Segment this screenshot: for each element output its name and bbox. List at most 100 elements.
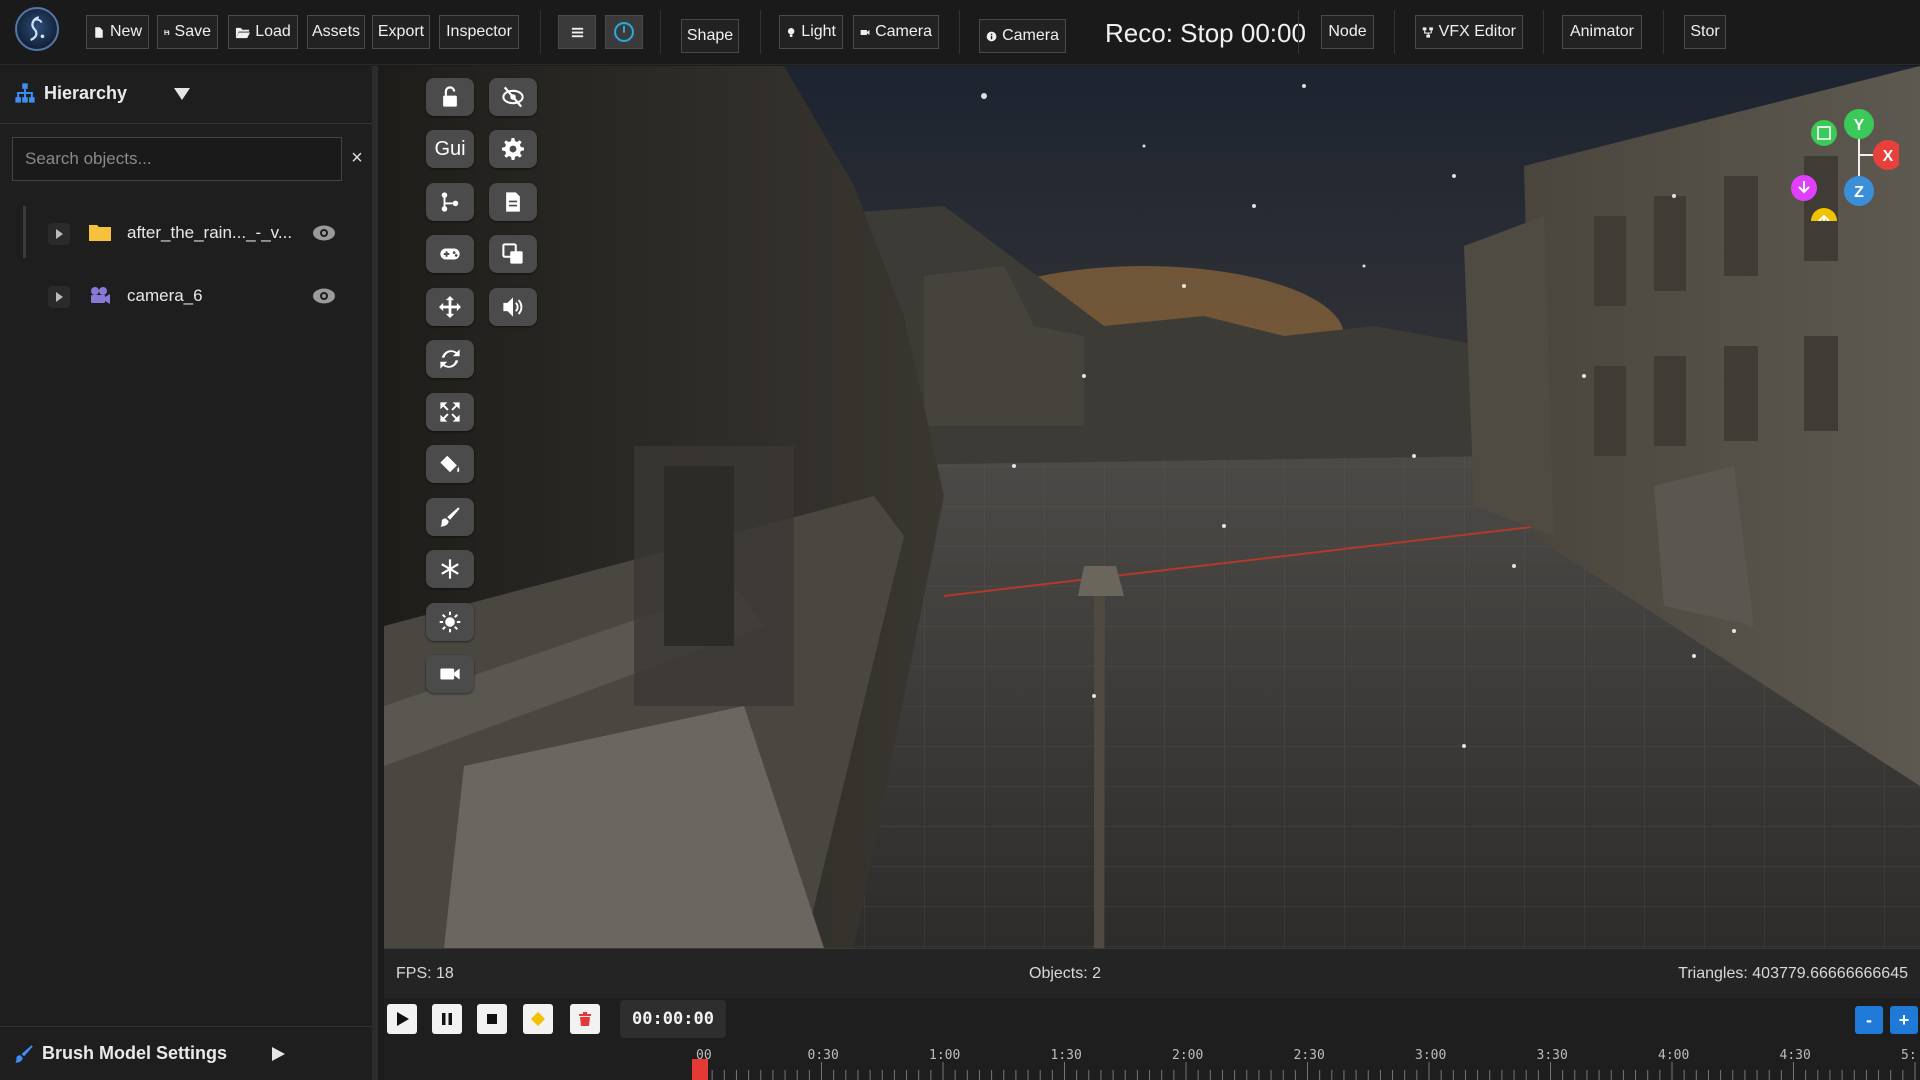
new-label: New bbox=[109, 23, 142, 40]
new-button[interactable]: New bbox=[86, 15, 149, 49]
zoom-out-button[interactable]: - bbox=[1855, 1006, 1883, 1034]
export-button[interactable]: Export bbox=[372, 15, 430, 49]
timecode-display: 00:00:00 bbox=[620, 1000, 726, 1038]
snow-tool[interactable] bbox=[426, 550, 474, 588]
light-button[interactable]: Light bbox=[779, 15, 843, 49]
play-button[interactable] bbox=[387, 1004, 417, 1034]
toolbar-divider bbox=[1394, 10, 1395, 54]
scale-tool[interactable] bbox=[426, 393, 474, 431]
floppy-icon bbox=[164, 29, 170, 35]
folder-icon bbox=[89, 225, 111, 241]
story-label: Stor bbox=[1690, 23, 1720, 40]
inspector-label: Inspector bbox=[446, 23, 512, 40]
collapse-toggle[interactable] bbox=[172, 86, 192, 102]
hierarchy-title: Hierarchy bbox=[14, 82, 127, 104]
story-button[interactable]: Stor bbox=[1684, 15, 1726, 49]
axis-y-label: Y bbox=[1854, 117, 1865, 134]
paint-bucket-tool[interactable] bbox=[426, 445, 474, 483]
inspector-button[interactable]: Inspector bbox=[439, 15, 519, 49]
timeline-tick-label: 1:30 bbox=[1050, 1048, 1082, 1063]
caret-right-icon bbox=[56, 229, 63, 239]
trash-icon bbox=[579, 1012, 591, 1026]
visibility-tool[interactable] bbox=[489, 78, 537, 116]
gamepad-tool[interactable] bbox=[426, 235, 474, 273]
settings-tool[interactable] bbox=[489, 130, 537, 168]
branch-tool[interactable] bbox=[426, 183, 474, 221]
delete-keyframe-button[interactable] bbox=[570, 1004, 600, 1034]
video-camera-icon bbox=[440, 668, 460, 680]
play-icon bbox=[397, 1012, 409, 1026]
node-button[interactable]: Node bbox=[1321, 15, 1374, 49]
unlock-tool[interactable] bbox=[426, 78, 474, 116]
camera-tool[interactable] bbox=[426, 655, 474, 693]
save-button[interactable]: Save bbox=[157, 15, 218, 49]
menu-button[interactable] bbox=[558, 15, 596, 49]
camera-info-button[interactable]: Camera bbox=[979, 19, 1066, 53]
audio-tool[interactable] bbox=[489, 288, 537, 326]
clock-icon bbox=[614, 22, 634, 42]
toolbar-divider bbox=[1543, 10, 1544, 54]
timer-button[interactable] bbox=[605, 15, 643, 49]
copy-tool[interactable] bbox=[489, 235, 537, 273]
axis-neg-y-handle[interactable] bbox=[1811, 120, 1837, 146]
hierarchy-title-label: Hierarchy bbox=[44, 82, 128, 103]
rotate-tool[interactable] bbox=[426, 340, 474, 378]
camera-label: Camera bbox=[875, 23, 932, 40]
assets-button[interactable]: Assets bbox=[307, 15, 365, 49]
axis-gizmo[interactable]: Y X Z bbox=[1769, 101, 1899, 221]
camera-info-label: Camera bbox=[1002, 27, 1059, 44]
vfx-editor-button[interactable]: VFX Editor bbox=[1415, 15, 1523, 49]
move-tool[interactable] bbox=[426, 288, 474, 326]
timeline-tick-label: 3:00 bbox=[1415, 1048, 1447, 1063]
zoom-in-button[interactable]: + bbox=[1890, 1006, 1918, 1034]
volume-icon bbox=[503, 297, 523, 317]
editor-app: New Save Load Assets Export Inspector Sh… bbox=[0, 0, 1920, 1080]
tree-item[interactable]: camera_6 bbox=[0, 274, 372, 318]
gamepad-icon bbox=[440, 248, 460, 260]
brush-icon bbox=[440, 507, 460, 527]
animator-label: Animator bbox=[1569, 23, 1635, 40]
brush-settings-section[interactable]: Brush Model Settings bbox=[0, 1026, 372, 1080]
diamond-icon bbox=[531, 1012, 545, 1026]
assets-label: Assets bbox=[312, 23, 361, 40]
scene-render[interactable] bbox=[384, 66, 1920, 948]
shape-button[interactable]: Shape bbox=[681, 19, 739, 53]
pause-button[interactable] bbox=[432, 1004, 462, 1034]
load-button[interactable]: Load bbox=[228, 15, 298, 49]
eye-icon[interactable] bbox=[312, 287, 336, 305]
sun-tool[interactable] bbox=[426, 603, 474, 641]
timeline-panel: 00:00:00 - + 00 0:30 1:00 1:30 2:00 2:30 3:00 3… bbox=[384, 998, 1920, 1080]
brush-tool[interactable] bbox=[426, 498, 474, 536]
gui-tool[interactable]: Gui bbox=[426, 130, 474, 168]
timeline-ruler[interactable]: 00 0:30 1:00 1:30 2:00 2:30 3:00 3:30 4:00 4:30 5: bbox=[384, 1042, 1920, 1080]
eye-icon[interactable] bbox=[312, 224, 336, 242]
expand-button[interactable] bbox=[48, 223, 70, 245]
status-bar: FPS: 18 Objects: 2 Triangles: 403779.666… bbox=[384, 948, 1920, 998]
node-label: Node bbox=[1328, 23, 1367, 40]
stop-button[interactable] bbox=[477, 1004, 507, 1034]
vfx-editor-label: VFX Editor bbox=[1438, 23, 1516, 40]
document-tool[interactable] bbox=[489, 183, 537, 221]
object-count: Objects: 2 bbox=[1029, 965, 1102, 982]
camera-icon bbox=[91, 287, 110, 304]
camera-button[interactable]: Camera bbox=[853, 15, 939, 49]
expand-button[interactable] bbox=[48, 286, 70, 308]
document-icon bbox=[506, 192, 520, 212]
tree-item-label: after_the_rain..._-_v... bbox=[127, 223, 293, 242]
keyframe-button[interactable] bbox=[523, 1004, 553, 1034]
stop-icon bbox=[487, 1014, 497, 1024]
snowflake-icon bbox=[441, 559, 459, 579]
app-logo[interactable] bbox=[15, 7, 59, 51]
hierarchy-header: Hierarchy bbox=[0, 66, 372, 124]
caret-right-icon[interactable] bbox=[270, 1046, 286, 1062]
playhead[interactable] bbox=[692, 1059, 708, 1080]
search-input[interactable] bbox=[12, 137, 342, 181]
tree-item[interactable]: after_the_rain..._-_v... bbox=[0, 211, 372, 255]
brush-settings-label: Brush Model Settings bbox=[42, 1043, 228, 1063]
timeline-tick-label: 4:30 bbox=[1779, 1048, 1811, 1063]
scene-viewport[interactable]: Gui Y X Z bbox=[384, 66, 1920, 948]
move-icon bbox=[439, 296, 461, 318]
animator-button[interactable]: Animator bbox=[1562, 15, 1642, 49]
clear-search-button[interactable]: × bbox=[348, 148, 366, 168]
paintbrush-icon bbox=[15, 1044, 33, 1063]
